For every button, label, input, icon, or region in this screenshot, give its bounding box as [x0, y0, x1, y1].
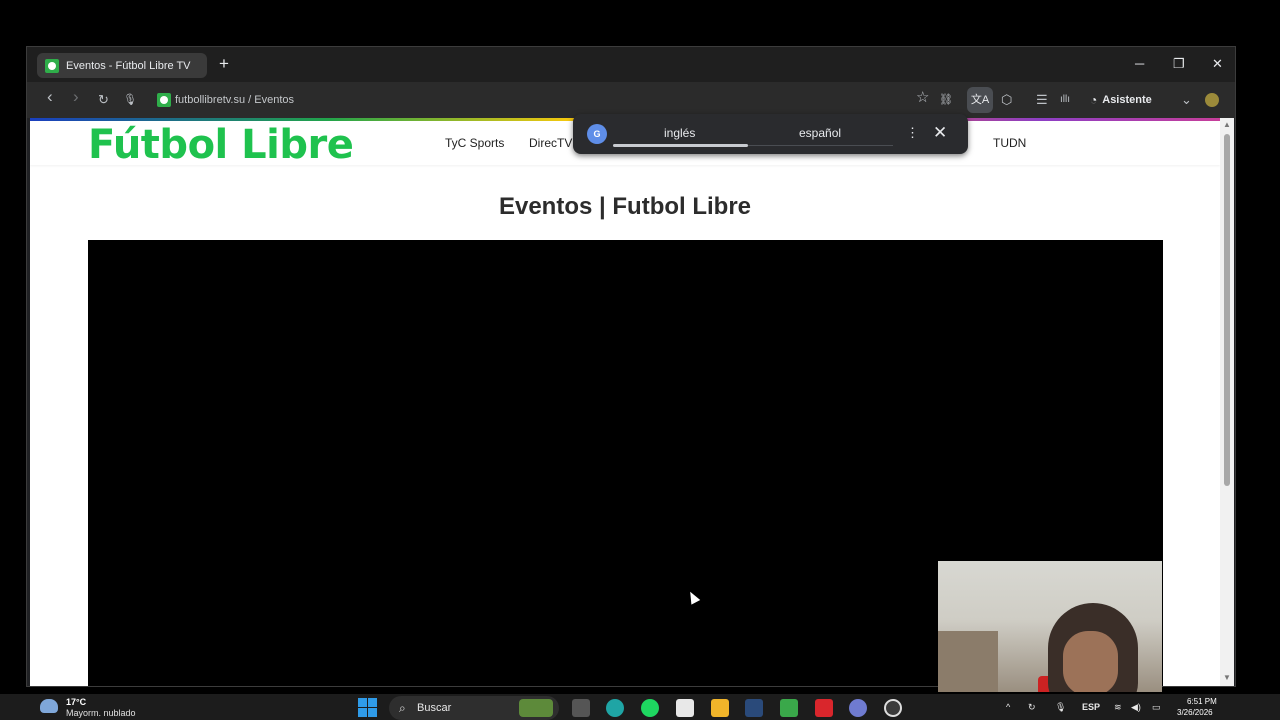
scroll-down-arrow-icon[interactable]: ▼: [1223, 673, 1231, 682]
restore-button[interactable]: ❐: [1173, 56, 1185, 72]
weather-cloud-icon[interactable]: [40, 699, 58, 713]
vivaldi-icon[interactable]: [815, 699, 833, 717]
reading-list-icon[interactable]: ☰: [1036, 92, 1048, 108]
spotify-icon[interactable]: [641, 699, 659, 717]
url-favicon-icon: [157, 93, 171, 107]
selected-language-indicator: [613, 144, 748, 147]
tray-overflow-chevron-icon[interactable]: ^: [1006, 702, 1010, 712]
assistant-button[interactable]: ◔ Asistente: [1090, 93, 1152, 107]
wifi-icon[interactable]: ≋: [1114, 702, 1122, 713]
translate-close-button[interactable]: ✕: [933, 123, 947, 143]
translate-menu-icon[interactable]: ⋮: [906, 125, 919, 141]
webcam-person-face: [1063, 631, 1118, 692]
taskbar: 17°C Mayorm. nublado ⌕ Buscar ^ ↻ 🎙 ESP …: [0, 694, 1280, 720]
browser-toolbar: ‹ › ↻ 🎙 futbollibretv.su / Eventos ☆ ⛓ 文…: [27, 82, 1235, 118]
profile-avatar[interactable]: [1205, 93, 1219, 107]
search-icon: ⌕: [399, 701, 406, 715]
weather-description[interactable]: Mayorm. nublado: [66, 708, 136, 718]
share-link-icon[interactable]: ⛓: [939, 92, 953, 108]
site-logo[interactable]: Fútbol Libre: [88, 123, 354, 167]
webcam-overlay: [938, 561, 1162, 692]
snipping-tool-icon[interactable]: [745, 699, 763, 717]
task-view-icon[interactable]: [572, 699, 590, 717]
reload-button[interactable]: ↻: [98, 92, 109, 108]
address-bar[interactable]: futbollibretv.su / Eventos: [175, 94, 294, 106]
desktop: Eventos - Fútbol Libre TV + ─ ❐ ✕ ‹ › ↻ …: [0, 0, 1280, 720]
extensions-icon[interactable]: ⬡: [1001, 92, 1012, 108]
title-bar: Eventos - Fútbol Libre TV + ─ ❐ ✕: [27, 47, 1235, 82]
bookmark-star-icon[interactable]: ☆: [916, 90, 929, 106]
assistant-label: Asistente: [1102, 94, 1152, 106]
translate-popup: G inglés español ⋮ ✕: [573, 114, 968, 154]
copilot-icon[interactable]: [606, 699, 624, 717]
browser-tab[interactable]: Eventos - Fútbol Libre TV: [37, 53, 207, 78]
file-explorer-icon[interactable]: [711, 699, 729, 717]
source-language-tab[interactable]: inglés: [664, 126, 695, 140]
windows-start-icon[interactable]: [358, 698, 377, 717]
scroll-up-arrow-icon[interactable]: ▲: [1223, 120, 1231, 129]
google-translate-icon: G: [587, 124, 607, 144]
translate-button[interactable]: 文A: [967, 87, 993, 113]
volume-icon[interactable]: ◀): [1131, 702, 1141, 713]
nav-item-directv[interactable]: DirecTV: [529, 136, 572, 150]
site-favicon-icon: [45, 58, 59, 73]
webcam-background-shelf: [938, 631, 998, 692]
close-window-button[interactable]: ✕: [1212, 56, 1223, 72]
mouse-cursor-icon: [685, 589, 701, 605]
target-language-tab[interactable]: español: [799, 126, 841, 140]
expand-chevron-icon[interactable]: ⌄: [1181, 92, 1192, 108]
nav-item-tudn[interactable]: TUDN: [993, 136, 1026, 150]
clock-date[interactable]: 3/26/2026: [1177, 708, 1213, 717]
voice-search-icon[interactable]: 🎙: [123, 92, 137, 108]
search-highlight-image: [519, 699, 553, 717]
scrollbar-thumb[interactable]: [1224, 134, 1230, 486]
new-tab-button[interactable]: +: [219, 55, 229, 73]
page-title: Eventos | Futbol Libre: [498, 193, 752, 220]
language-divider: [748, 145, 893, 146]
minimize-button[interactable]: ─: [1135, 56, 1144, 72]
store-icon[interactable]: [676, 699, 694, 717]
microphone-icon[interactable]: 🎙: [1055, 702, 1066, 713]
nav-item-tyc-sports[interactable]: TyC Sports: [445, 136, 504, 150]
profile-app-icon[interactable]: [849, 699, 867, 717]
clock-time[interactable]: 6:51 PM: [1187, 697, 1217, 706]
search-placeholder: Buscar: [417, 702, 452, 714]
forward-button[interactable]: ›: [73, 88, 79, 105]
back-button[interactable]: ‹: [47, 88, 53, 105]
taskbar-search[interactable]: ⌕ Buscar: [389, 696, 559, 720]
assistant-icon: ◔: [1090, 93, 1098, 107]
tab-title: Eventos - Fútbol Libre TV: [66, 59, 191, 72]
media-control-icon[interactable]: ıllı: [1060, 92, 1070, 108]
app-hexagon-icon[interactable]: [780, 699, 798, 717]
battery-icon[interactable]: ▭: [1152, 702, 1161, 713]
weather-temperature[interactable]: 17°C: [66, 697, 86, 707]
language-indicator[interactable]: ESP: [1082, 702, 1100, 712]
page-scrollbar[interactable]: ▲ ▼: [1220, 118, 1234, 686]
obs-icon[interactable]: [884, 699, 902, 717]
sync-icon[interactable]: ↻: [1028, 702, 1036, 713]
